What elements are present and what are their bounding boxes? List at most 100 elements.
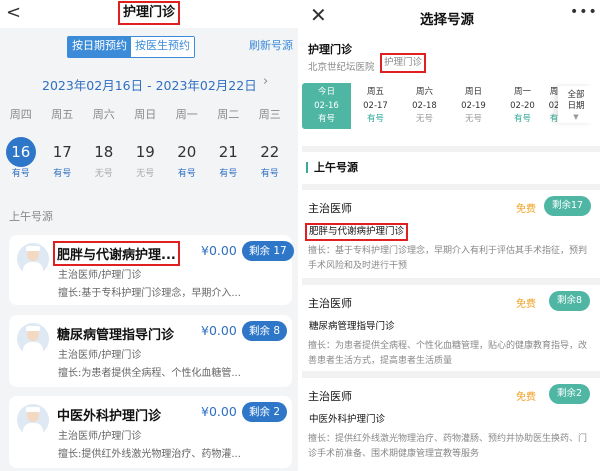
weekday-label: 周日 — [134, 108, 157, 121]
fee-label: 免费 — [516, 392, 536, 403]
section-header: 上午号源 — [302, 152, 600, 184]
day-label: 周六 — [415, 87, 433, 97]
slot-card[interactable]: 主治医师 免费 剩余2 中医外科护理门诊 擅长：提供红外线激光物理治疗、药物灌肠… — [302, 378, 600, 471]
slot-card[interactable]: 主治医师 免费 剩余17 肥胖与代谢病护理门诊 擅长：基于专科护理门诊理念，早期… — [302, 190, 600, 278]
clinic-info: 护理门诊 北京世纪坛医院 护理门诊 今日 02-16 有号 周五 02-17 有号 周六… — [302, 36, 600, 146]
clinic-description: 擅长：为患者提供全病程、个性化血糖管理，贴心的健康教育指导，改善患者生活方式，提… — [308, 341, 588, 366]
clinic-name: 中医外科护理门诊 — [309, 414, 386, 425]
fee-label: 免费 — [516, 204, 536, 215]
date-strip: 今日 02-16 有号 周五 02-17 有号 周六 02-18 无号 周日 02-19 无号 … — [302, 83, 561, 129]
day-status: 有号 — [513, 114, 531, 124]
date-cell[interactable]: 19 无号 — [125, 137, 167, 181]
date-range: 2023年02月16日 - 2023年02月22日 — [42, 78, 257, 93]
left-header: < 护理门诊 — [0, 0, 298, 28]
more-icon[interactable]: ••• — [570, 4, 598, 20]
date-cell-today[interactable]: 今日 02-16 有号 — [302, 83, 351, 129]
tab-by-date[interactable]: 按日期预约 — [68, 37, 131, 57]
right-screen: ✕ 选择号源 ••• 护理门诊 北京世纪坛医院 护理门诊 今日 02-16 有号 周… — [302, 0, 600, 471]
remaining-badge[interactable]: 剩余2 — [549, 384, 591, 404]
date-status: 有号 — [53, 169, 72, 179]
day-date: 02-18 — [412, 100, 437, 111]
clinic-name: 肥胖与代谢病护理... — [53, 241, 180, 266]
doctor-rank: 主治医师 — [308, 390, 352, 403]
clinic-description: 擅长：提供红外线激光物理治疗、药物灌肠、预约并协助医生换药、门诊手术前准备、围术… — [308, 434, 588, 459]
date-picker: 16 有号 17 有号 18 无号 19 无号 20 有号 21 有号 22 有号 — [0, 137, 298, 181]
clinic-specialty: 擅长:基于专科护理门诊理念，早期介入... — [58, 288, 241, 299]
clinic-price: ¥0.00 — [201, 323, 237, 338]
right-header: ✕ 选择号源 ••• — [302, 0, 600, 36]
day-status: 有号 — [317, 114, 335, 124]
date-cell[interactable]: 22 有号 — [249, 137, 291, 181]
clinic-description: 擅长：基于专科护理门诊理念，早期介入有利于评估其手术指征，预判手术风险和及时进行… — [308, 246, 588, 271]
date-number: 20 — [177, 143, 197, 161]
nurse-avatar-icon — [17, 323, 49, 355]
weekday-label: 周一 — [175, 108, 198, 121]
date-status: 无号 — [94, 169, 113, 179]
date-cell[interactable]: 16 有号 — [0, 137, 42, 181]
day-label: 今日 — [317, 87, 335, 97]
date-cell[interactable]: 周五 02-17 有号 — [351, 83, 400, 129]
clinic-card[interactable]: 肥胖与代谢病护理... ¥0.00 剩余 17 主治医师/护理门诊 擅长:基于专… — [9, 235, 294, 305]
clinic-role: 主治医师/护理门诊 — [58, 350, 142, 361]
day-date: 02-17 — [363, 100, 388, 111]
day-date: 02-16 — [314, 100, 339, 111]
remaining-badge[interactable]: 剩余8 — [549, 291, 591, 311]
clinic-name: 糖尿病管理指导门诊 — [57, 328, 175, 343]
department-name: 护理门诊 — [308, 43, 352, 56]
chevron-right-icon[interactable]: › — [263, 74, 268, 89]
date-status: 无号 — [136, 169, 155, 179]
day-label: 周五 — [366, 87, 384, 97]
weekday-label: 周三 — [258, 108, 281, 121]
day-date: 02-19 — [461, 100, 486, 111]
hospital-name: 北京世纪坛医院 — [308, 62, 375, 73]
date-status: 有号 — [260, 169, 279, 179]
clinic-specialty: 擅长:为患者提供全病程、个性化血糖管... — [58, 368, 241, 379]
date-status: 有号 — [177, 169, 196, 179]
date-cell[interactable]: 周一 02-20 有号 — [498, 83, 547, 129]
weekday-label: 周四 — [9, 108, 32, 121]
date-cell[interactable]: 18 无号 — [83, 137, 125, 181]
date-cell[interactable]: 21 有号 — [208, 137, 250, 181]
all-dates-label: 全部日期 — [567, 90, 585, 111]
weekday-row: 周四 周五 周六 周日 周一 周二 周三 — [0, 106, 298, 122]
back-icon[interactable]: < — [6, 2, 21, 24]
remaining-badge[interactable]: 剩余17 — [544, 196, 592, 216]
clinic-name: 中医外科护理门诊 — [57, 409, 162, 424]
clinic-name: 糖尿病管理指导门诊 — [309, 321, 395, 332]
tab-by-doctor[interactable]: 按医生预约 — [131, 37, 194, 57]
date-status: 有号 — [11, 169, 30, 179]
close-icon[interactable]: ✕ — [310, 3, 327, 27]
nurse-avatar-icon — [17, 243, 49, 275]
weekday-label: 周五 — [51, 108, 74, 121]
date-cell[interactable]: 20 有号 — [166, 137, 208, 181]
left-screen: < 护理门诊 按日期预约 按医生预约 刷新号源 2023年02月16日 - 20… — [0, 0, 298, 471]
booking-mode-tabs: 按日期预约 按医生预约 — [67, 36, 195, 58]
clinic-price: ¥0.00 — [201, 243, 237, 258]
page-title: 护理门诊 — [117, 1, 181, 25]
remaining-badge[interactable]: 剩余 17 — [242, 241, 294, 261]
clinic-card[interactable]: 中医外科护理门诊 ¥0.00 剩余 2 主治医师/护理门诊 擅长:提供红外线激光… — [9, 396, 292, 468]
date-cell[interactable]: 周日 02-19 无号 — [449, 83, 498, 129]
day-label: 周日 — [464, 87, 482, 97]
clinic-price: ¥0.00 — [201, 404, 237, 419]
section-title: 上午号源 — [9, 210, 53, 223]
department-tag: 护理门诊 — [379, 53, 427, 73]
day-date: 02-20 — [510, 100, 535, 111]
date-cell[interactable]: 17 有号 — [42, 137, 84, 181]
day-status: 无号 — [464, 114, 482, 124]
all-dates-button[interactable]: 全部日期 ▼ — [558, 86, 594, 123]
clinic-card[interactable]: 糖尿病管理指导门诊 ¥0.00 剩余 8 主治医师/护理门诊 擅长:为患者提供全… — [9, 315, 292, 387]
date-number: 17 — [52, 143, 72, 161]
remaining-badge[interactable]: 剩余 2 — [242, 402, 288, 422]
date-status: 有号 — [219, 169, 238, 179]
caret-down-icon: ▼ — [573, 113, 579, 121]
day-status: 有号 — [366, 114, 384, 124]
remaining-badge[interactable]: 剩余 8 — [242, 321, 288, 341]
date-number: 21 — [218, 143, 238, 161]
slot-card[interactable]: 主治医师 免费 剩余8 糖尿病管理指导门诊 擅长：为患者提供全病程、个性化血糖管… — [302, 285, 600, 371]
clinic-specialty: 擅长:提供红外线激光物理治疗、药物灌... — [58, 449, 241, 460]
date-cell[interactable]: 周六 02-18 无号 — [400, 83, 449, 129]
clinic-role: 主治医师/护理门诊 — [58, 270, 142, 281]
refresh-button[interactable]: 刷新号源 — [249, 36, 293, 56]
date-number: 22 — [260, 143, 280, 161]
